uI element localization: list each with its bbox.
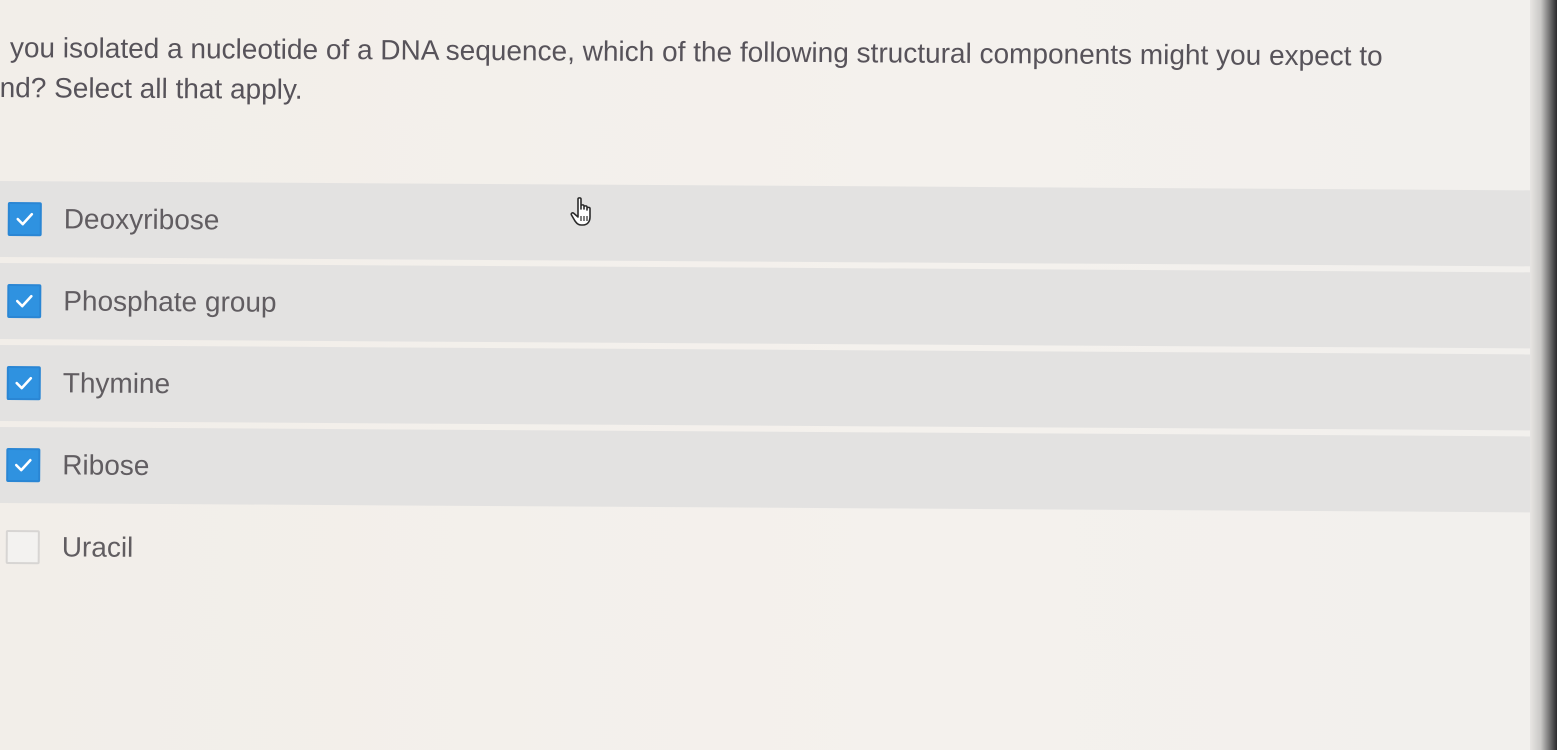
quiz-screen: you isolated a nucleotide of a DNA seque…: [0, 0, 1535, 750]
option-deoxyribose[interactable]: Deoxyribose: [0, 181, 1535, 267]
checkbox-ribose[interactable]: [6, 448, 41, 483]
checkbox-uracil[interactable]: [5, 530, 40, 565]
checkbox-deoxyribose[interactable]: [7, 202, 42, 237]
option-label: Uracil: [61, 531, 134, 563]
option-phosphate-group[interactable]: Phosphate group: [0, 262, 1535, 349]
answer-options: Deoxyribose Phosphate group Thymine Ribo…: [0, 181, 1535, 600]
option-label: Phosphate group: [63, 285, 277, 318]
checkmark-icon: [16, 212, 34, 226]
checkbox-phosphate-group[interactable]: [7, 284, 42, 319]
option-thymine[interactable]: Thymine: [0, 344, 1534, 431]
option-uracil[interactable]: Uracil: [0, 509, 1533, 594]
monitor-bezel: [1530, 0, 1557, 750]
question-text: you isolated a nucleotide of a DNA seque…: [0, 28, 1525, 117]
option-label: Thymine: [62, 367, 171, 400]
checkmark-icon: [15, 294, 33, 308]
checkmark-icon: [14, 458, 32, 472]
hand-pointer-icon: [570, 197, 591, 226]
option-label: Deoxyribose: [63, 203, 220, 236]
option-ribose[interactable]: Ribose: [0, 426, 1534, 513]
option-label: Ribose: [62, 449, 150, 481]
checkmark-icon: [15, 376, 33, 390]
checkbox-thymine[interactable]: [6, 366, 41, 401]
